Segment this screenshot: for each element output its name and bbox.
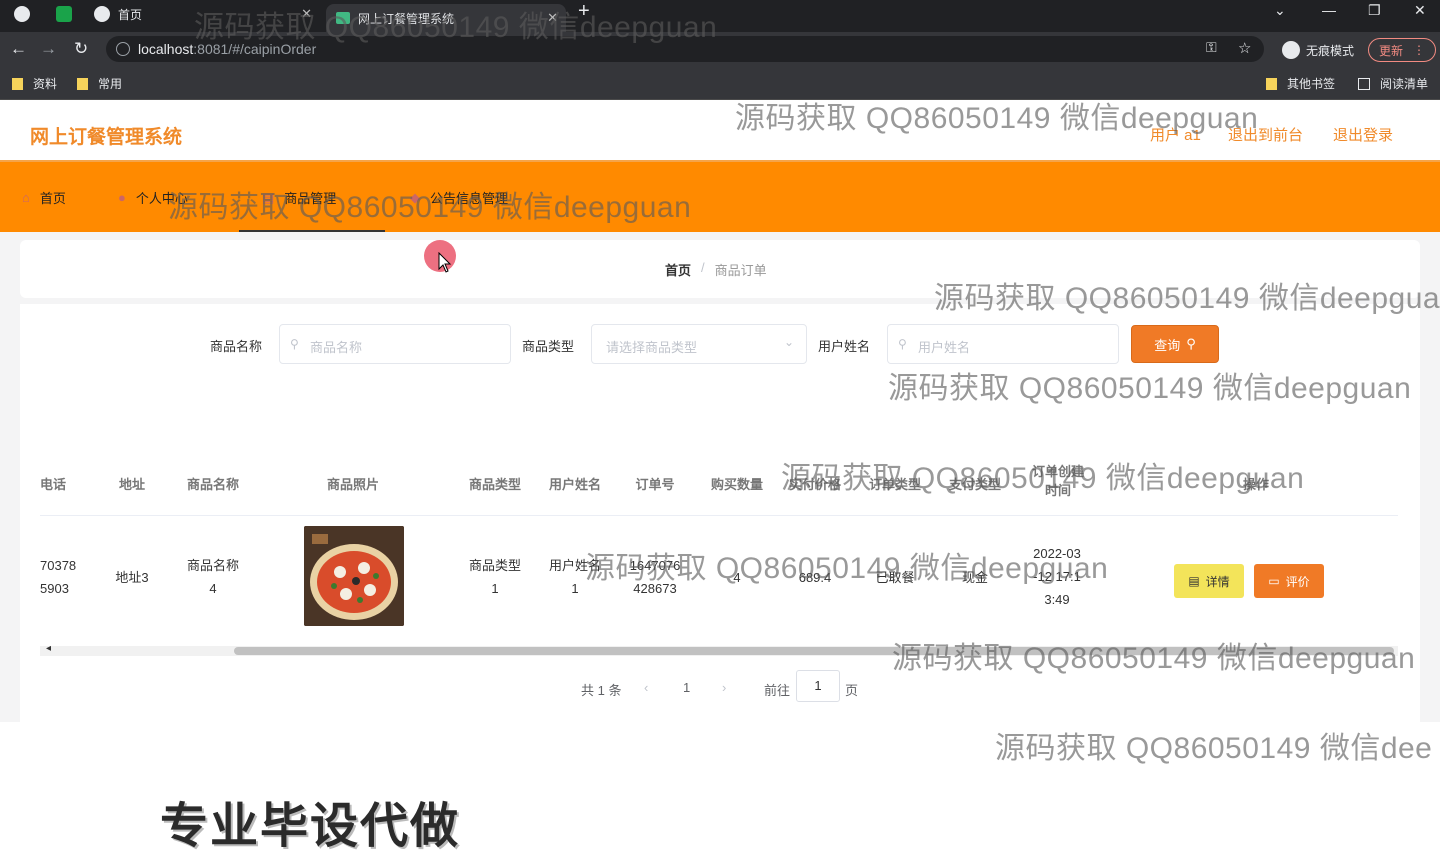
th-qty: 购买数量 (710, 477, 763, 492)
cell-goods-name: 商品名称 4 (186, 558, 239, 596)
breadcrumb: 首页 / 商品订单 (665, 260, 767, 279)
close-window-button[interactable]: ✕ (1414, 2, 1426, 19)
scroll-left-icon[interactable]: ◂ (46, 643, 51, 654)
more-icon: ⋮ (1413, 43, 1426, 57)
th-address: 地址 (118, 477, 145, 492)
reading-list[interactable]: 阅读清单 (1358, 75, 1428, 92)
update-button[interactable]: 更新 ⋮ (1368, 38, 1437, 62)
query-button[interactable]: 查询 ⚲ (1131, 325, 1219, 363)
breadcrumb-home[interactable]: 首页 (665, 260, 691, 279)
folder-icon (12, 77, 23, 90)
goods-photo (304, 526, 404, 626)
pizza-image (304, 526, 404, 626)
prev-page-icon[interactable]: ‹ (644, 680, 648, 695)
watermark: 源码获取 QQ86050149 微信deepguan (168, 191, 692, 224)
watermark: 源码获取 QQ86050149 微信deepguan (888, 372, 1412, 405)
name-filter-label: 商品名称 (210, 339, 263, 354)
app-icon[interactable] (56, 0, 80, 28)
chevron-down-icon[interactable]: ⌄ (1274, 2, 1286, 19)
restore-button[interactable]: ❐ (1368, 2, 1381, 19)
watermark: 源码获取 QQ86050149 微信deepguan (892, 642, 1416, 675)
th-user-name: 用户姓名 (548, 477, 601, 492)
logout-link[interactable]: 退出登录 (1333, 124, 1393, 145)
folder-icon (77, 77, 88, 90)
next-page-icon[interactable]: › (722, 680, 726, 695)
th-goods-name: 商品名称 (186, 477, 239, 492)
page-unit-label: 页 (845, 683, 859, 698)
name-filter-input[interactable]: ⚲ 商品名称 (279, 324, 511, 364)
incognito-icon (1282, 41, 1300, 59)
bookmark-other[interactable]: 其他书签 (1266, 75, 1335, 92)
forward-icon[interactable]: → (40, 39, 57, 59)
type-filter-select[interactable]: 请选择商品类型 ⌄ (591, 324, 807, 364)
th-order-no: 订单号 (635, 477, 675, 492)
goto-page-input[interactable]: 1 (796, 670, 840, 702)
pagination-total: 共 1 条 (581, 683, 622, 698)
reload-icon[interactable]: ↻ (74, 39, 88, 59)
watermark: 源码获取 QQ86050149 微信dee (995, 732, 1433, 765)
watermark: 源码获取 QQ86050149 微信deepguan (585, 552, 1109, 585)
breadcrumb-current: 商品订单 (714, 263, 767, 278)
watermark: 源码获取 QQ86050149 微信deepgua (934, 282, 1440, 315)
goto-label: 前往 (764, 683, 791, 698)
user-filter-input[interactable]: ⚲ 用户姓名 (887, 324, 1119, 364)
user-icon: ● (118, 190, 126, 205)
chevron-down-icon: ⌄ (783, 335, 794, 349)
th-goods-photo: 商品照片 (326, 477, 379, 492)
cell-goods-type: 商品类型 1 (468, 558, 521, 596)
th-phone: 电话 (40, 477, 67, 492)
type-filter-label: 商品类型 (522, 339, 575, 354)
ad-overlay-text: 专业毕设代做 (160, 800, 461, 853)
th-goods-type: 商品类型 (468, 477, 521, 492)
cell-phone: 70378 5903 (40, 558, 77, 596)
incognito-badge[interactable]: 无痕模式 (1272, 38, 1364, 62)
bookmark-ziliao[interactable]: 资料 (12, 75, 57, 92)
search-icon: ⚲ (898, 337, 907, 351)
cell-address: 地址3 (115, 570, 149, 585)
globe-icon (94, 6, 110, 22)
comment-icon: ▭ (1268, 574, 1280, 588)
folder-icon (1266, 77, 1277, 90)
minimize-button[interactable]: — (1322, 2, 1336, 18)
watermark: 源码获取 QQ86050149 微信deepguan (781, 462, 1305, 495)
search-icon: ⚲ (1186, 336, 1196, 351)
cursor-icon (438, 252, 452, 273)
watermark: 源码获取 QQ86050149 微信deepguan (735, 102, 1259, 135)
app-title: 网上订餐管理系统 (30, 127, 183, 148)
review-button[interactable]: ▭ 评价 (1254, 564, 1324, 598)
star-icon[interactable]: ☆ (1238, 39, 1251, 57)
user-filter-label: 用户姓名 (818, 339, 871, 354)
bookmark-changyong[interactable]: 常用 (77, 75, 122, 92)
detail-button[interactable]: ▤ 详情 (1174, 564, 1244, 598)
info-icon (116, 42, 130, 56)
watermark: 源码获取 QQ86050149 微信deepguan (194, 11, 718, 44)
list-icon (1358, 77, 1370, 90)
back-icon[interactable]: ← (10, 39, 27, 59)
document-icon: ▤ (1188, 574, 1200, 588)
home-icon: ⌂ (22, 190, 30, 205)
search-icon: ⚲ (290, 337, 299, 351)
page-number[interactable]: 1 (683, 680, 690, 695)
key-icon[interactable]: ⚿ (1206, 39, 1217, 56)
nav-home[interactable]: ⌂ 首页 (22, 188, 66, 207)
browser-icon[interactable] (14, 0, 38, 28)
